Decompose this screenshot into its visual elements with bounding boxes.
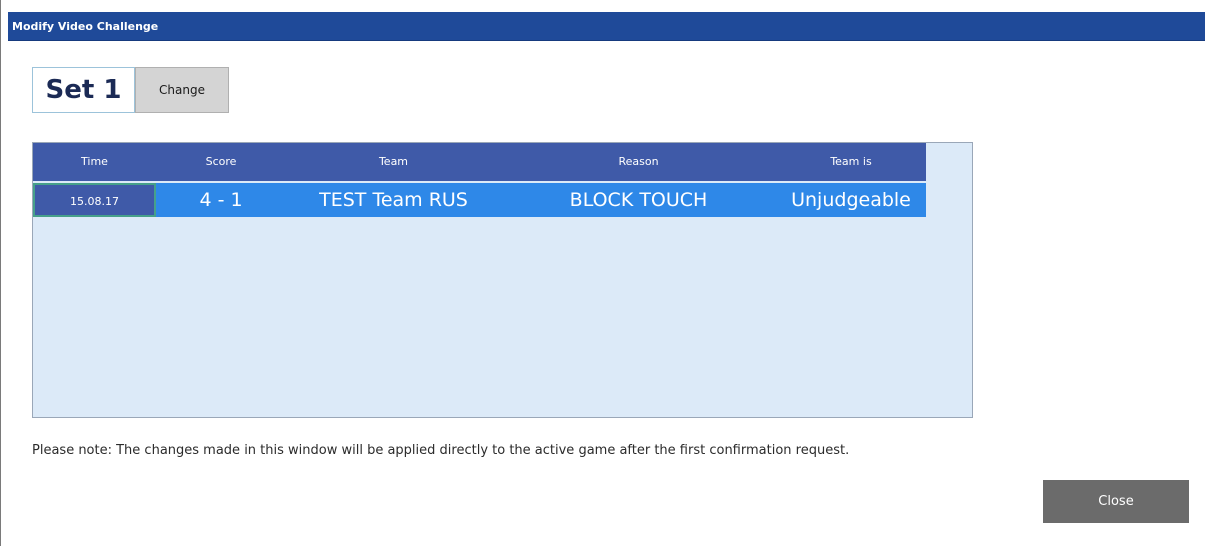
window-left-border: [0, 0, 1, 546]
set-label: Set 1: [32, 67, 135, 113]
column-header-time[interactable]: Time: [33, 143, 156, 181]
column-header-reason[interactable]: Reason: [501, 143, 776, 181]
column-header-score[interactable]: Score: [156, 143, 286, 181]
challenge-grid: Time Score Team Reason Team is 15.08.17 …: [32, 142, 973, 418]
confirmation-note: Please note: The changes made in this wi…: [32, 443, 850, 458]
grid-header: Time Score Team Reason Team is: [33, 143, 926, 181]
column-header-team-is[interactable]: Team is: [776, 143, 926, 181]
cell-time: 15.08.17: [33, 183, 156, 217]
cell-score: 4 - 1: [199, 189, 243, 211]
change-set-button[interactable]: Change: [135, 67, 229, 113]
column-header-team[interactable]: Team: [286, 143, 501, 181]
window-title-bar: Modify Video Challenge: [8, 12, 1205, 41]
cell-team-is: Unjudgeable: [791, 189, 911, 211]
window-title: Modify Video Challenge: [12, 20, 159, 33]
table-row[interactable]: 15.08.17 4 - 1 TEST Team RUS BLOCK TOUCH…: [33, 183, 926, 217]
close-button[interactable]: Close: [1043, 480, 1189, 523]
cell-reason: BLOCK TOUCH: [569, 189, 708, 211]
cell-team: TEST Team RUS: [319, 189, 468, 211]
